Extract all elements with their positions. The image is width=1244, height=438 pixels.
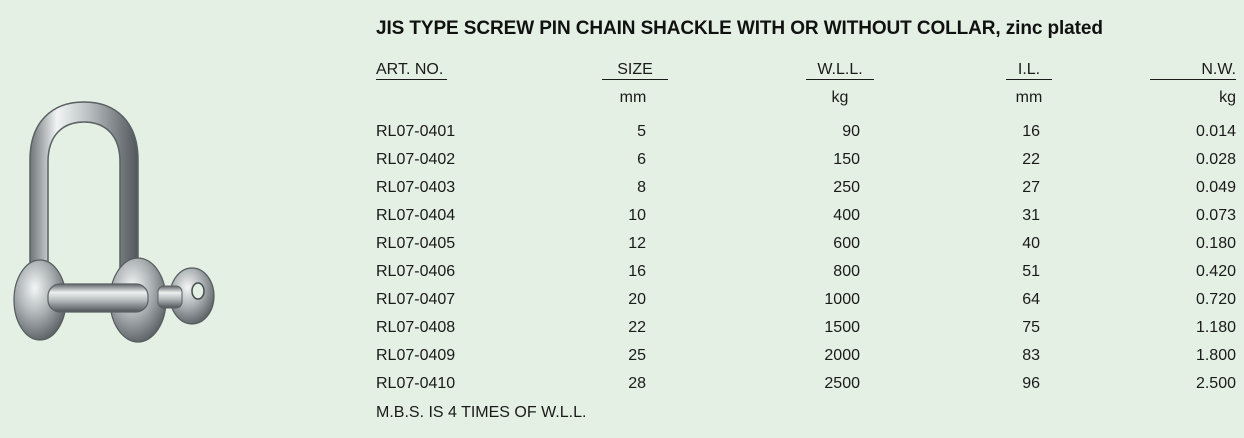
- cell-il: 64: [1022, 291, 1040, 308]
- cell-nw: 0.014: [1195, 123, 1236, 140]
- cell-size: 8: [637, 179, 646, 196]
- table-row: RL07-0401 5 90 16 0.014: [0, 120, 1244, 144]
- cell-il: 51: [1022, 263, 1040, 280]
- cell-wll: 250: [833, 179, 860, 196]
- cell-size: 28: [628, 375, 646, 392]
- cell-size: 6: [637, 151, 646, 168]
- cell-art-no: RL07-0406: [376, 263, 456, 280]
- cell-size: 20: [628, 291, 646, 308]
- cell-nw: 0.720: [1195, 291, 1236, 308]
- cell-art-no: RL07-0401: [376, 123, 456, 140]
- column-header-size: SIZE: [602, 58, 668, 82]
- cell-wll: 2500: [824, 375, 860, 392]
- column-header-art-no: ART. NO.: [376, 58, 448, 82]
- cell-art-no: RL07-0410: [376, 375, 456, 392]
- table-row: RL07-0409 25 2000 83 1.800: [0, 344, 1244, 368]
- cell-il: 27: [1022, 179, 1040, 196]
- cell-art-no: RL07-0404: [376, 207, 456, 224]
- cell-size: 12: [628, 235, 646, 252]
- cell-nw: 0.028: [1195, 151, 1236, 168]
- footnote: M.B.S. IS 4 TIMES OF W.L.L.: [376, 404, 587, 421]
- unit-il: mm: [1015, 89, 1043, 106]
- cell-size: 22: [628, 319, 646, 336]
- table-row: RL07-0403 8 250 27 0.049: [0, 176, 1244, 200]
- cell-art-no: RL07-0408: [376, 319, 456, 336]
- cell-art-no: RL07-0407: [376, 291, 456, 308]
- cell-wll: 150: [833, 151, 860, 168]
- unit-nw: kg: [1219, 89, 1236, 106]
- table-row: RL07-0408 22 1500 75 1.180: [0, 316, 1244, 340]
- cell-size: 16: [628, 263, 646, 280]
- cell-wll: 800: [833, 263, 860, 280]
- table-row: RL07-0402 6 150 22 0.028: [0, 148, 1244, 172]
- cell-nw: 2.500: [1195, 375, 1236, 392]
- cell-art-no: RL07-0405: [376, 235, 456, 252]
- column-header-il: I.L.: [1006, 58, 1052, 82]
- table-row: RL07-0407 20 1000 64 0.720: [0, 288, 1244, 312]
- cell-nw: 0.420: [1195, 263, 1236, 280]
- column-header-nw: N.W.: [1150, 58, 1236, 82]
- unit-wll: kg: [831, 89, 849, 106]
- cell-nw: 0.049: [1195, 179, 1236, 196]
- cell-il: 83: [1022, 347, 1040, 364]
- cell-il: 40: [1022, 235, 1040, 252]
- cell-il: 22: [1022, 151, 1040, 168]
- page-title: JIS TYPE SCREW PIN CHAIN SHACKLE WITH OR…: [376, 18, 1103, 39]
- cell-nw: 1.800: [1195, 347, 1236, 364]
- cell-il: 31: [1022, 207, 1040, 224]
- table-row: RL07-0410 28 2500 96 2.500: [0, 372, 1244, 396]
- table-row: RL07-0405 12 600 40 0.180: [0, 232, 1244, 256]
- column-header-wll: W.L.L.: [806, 58, 874, 82]
- cell-wll: 1500: [824, 319, 860, 336]
- cell-nw: 0.073: [1195, 207, 1236, 224]
- cell-wll: 90: [842, 123, 860, 140]
- cell-wll: 400: [833, 207, 860, 224]
- cell-art-no: RL07-0409: [376, 347, 456, 364]
- cell-size: 25: [628, 347, 646, 364]
- cell-art-no: RL07-0402: [376, 151, 456, 168]
- cell-wll: 600: [833, 235, 860, 252]
- cell-size: 5: [637, 123, 646, 140]
- cell-il: 75: [1022, 319, 1040, 336]
- cell-nw: 1.180: [1195, 319, 1236, 336]
- cell-wll: 2000: [824, 347, 860, 364]
- unit-size: mm: [619, 89, 647, 106]
- table-units-row: mm kg mm kg: [0, 86, 1244, 110]
- table-header: ART. NO. SIZE W.L.L. I.L. N.W.: [0, 58, 1244, 82]
- cell-nw: 0.180: [1195, 235, 1236, 252]
- cell-size: 10: [628, 207, 646, 224]
- cell-il: 96: [1022, 375, 1040, 392]
- table-row: RL07-0406 16 800 51 0.420: [0, 260, 1244, 284]
- cell-art-no: RL07-0403: [376, 179, 456, 196]
- cell-wll: 1000: [824, 291, 860, 308]
- cell-il: 16: [1022, 123, 1040, 140]
- table-row: RL07-0404 10 400 31 0.073: [0, 204, 1244, 228]
